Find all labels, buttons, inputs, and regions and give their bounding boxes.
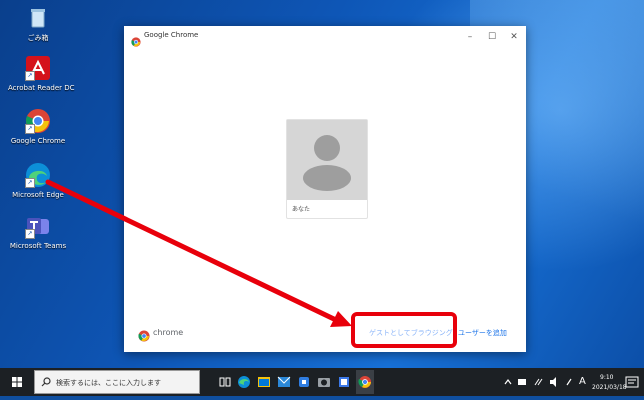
app-icon[interactable] — [336, 368, 352, 396]
desktop: ごみ箱 ↗ Acrobat Reader DC ↗ Google Chrome … — [0, 0, 644, 368]
start-button[interactable] — [0, 368, 34, 396]
taskbar-search-box[interactable]: 検索するには、ここに入力します — [34, 370, 200, 394]
store-icon[interactable] — [256, 368, 272, 396]
task-view-icon[interactable] — [218, 368, 232, 396]
clock-date[interactable]: 2021/03/18 — [592, 384, 627, 391]
taskbar: 検索するには、ここに入力します A 9:10 2021/03/18 — [0, 368, 644, 396]
annotation-arrow — [45, 179, 352, 327]
ime-indicator[interactable]: A — [579, 376, 586, 387]
camera-icon[interactable] — [316, 368, 332, 396]
search-icon — [41, 377, 51, 387]
chrome-icon[interactable] — [356, 368, 374, 396]
mail-icon[interactable] — [276, 368, 292, 396]
search-placeholder: 検索するには、ここに入力します — [56, 379, 161, 387]
edge-icon[interactable] — [236, 368, 252, 396]
teams-icon[interactable] — [296, 368, 312, 396]
windows-logo-icon — [12, 377, 22, 387]
notification-icon[interactable] — [623, 368, 641, 396]
clock-time[interactable]: 9:10 — [600, 374, 613, 381]
